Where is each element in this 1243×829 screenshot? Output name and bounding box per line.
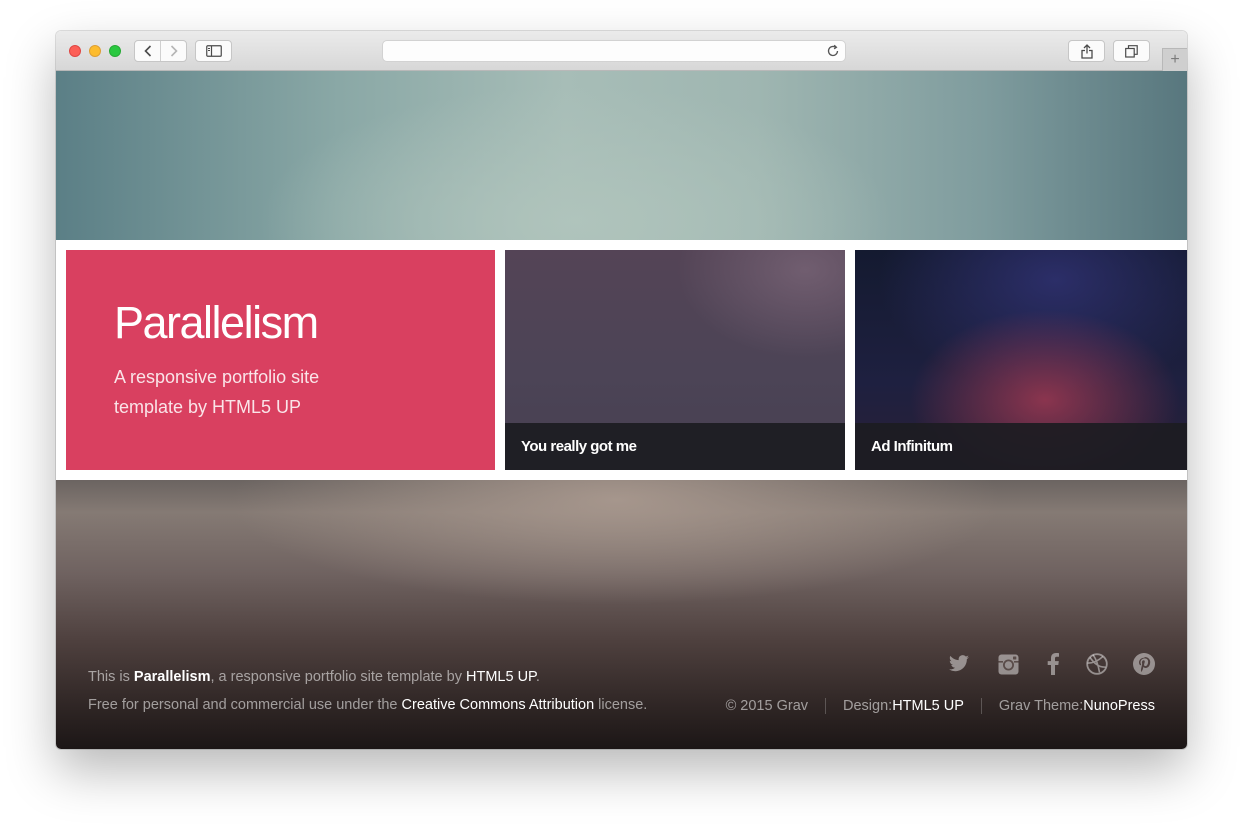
work-item-caption: Ad Infinitum [855,423,1187,470]
divider [980,698,982,714]
site-title: Parallelism [114,297,319,348]
forward-button[interactable] [160,41,186,61]
new-tab-button[interactable]: + [1162,48,1187,71]
credits-line-1: This is Parallelism, a responsive portfo… [88,663,708,691]
tabs-overview-icon [1125,44,1138,58]
address-bar[interactable] [382,40,846,62]
portfolio-reel: Parallelism A responsive portfolio site … [56,240,1187,480]
credits-text: . [535,669,540,685]
work-item-caption: You really got me [505,423,845,470]
intro-card: Parallelism A responsive portfolio site … [66,250,495,470]
credits-text: This is [88,669,134,685]
site-name: Parallelism [133,669,211,685]
work-item-ad-infinitum[interactable]: Ad Infinitum [855,250,1187,470]
design-credit-link[interactable]: HTML5 UP [892,698,964,714]
close-window-button[interactable] [69,45,81,57]
copyright-text: © 2015 Grav [725,698,809,714]
url-input[interactable] [389,42,813,62]
credits-text: , a responsive portfolio site template b… [210,669,466,685]
browser-toolbar: + [56,31,1187,71]
history-nav-group [134,40,187,62]
minimize-window-button[interactable] [89,45,101,57]
back-button[interactable] [135,41,160,61]
share-icon [1080,43,1093,59]
reload-icon[interactable] [826,44,840,63]
html5up-link[interactable]: HTML5 UP [466,669,536,685]
header-background [56,71,1187,240]
page-content: Parallelism A responsive portfolio site … [56,71,1187,749]
credits-line-2: Free for personal and commercial use und… [88,691,708,719]
sidebar-toggle-button[interactable] [195,40,232,62]
share-button[interactable] [1068,40,1105,62]
browser-window: + Parallelism A responsive portfolio sit… [56,31,1187,749]
divider [825,698,827,714]
site-subtitle: A responsive portfolio site template by … [114,367,320,417]
pinterest-icon[interactable] [1132,652,1156,676]
footer-credits: This is Parallelism, a responsive portfo… [88,663,708,719]
sidebar-icon [205,45,222,57]
show-tabs-button[interactable] [1113,40,1150,62]
license-link[interactable]: Creative Commons Attribution [402,697,595,713]
facebook-icon[interactable] [1041,652,1065,676]
instagram-icon[interactable] [996,652,1020,676]
theme-credit-link[interactable]: NunoPress [1083,698,1155,714]
twitter-icon[interactable] [947,652,971,676]
chevron-left-icon [143,45,151,57]
theme-credit-label: Grav Theme: [998,698,1084,714]
chevron-right-icon [170,45,178,57]
footer: This is Parallelism, a responsive portfo… [56,480,1187,749]
design-credit-label: Design: [843,698,893,714]
footer-meta: © 2015 Grav Design: HTML5 UP Grav Theme:… [726,698,1155,714]
work-item-label: You really got me [521,438,637,455]
dribbble-icon[interactable] [1085,652,1109,676]
credits-text: Free for personal and commercial use und… [88,697,402,713]
work-item-label: Ad Infinitum [871,438,953,455]
credits-text: license. [594,697,648,713]
work-item-you-really-got-me[interactable]: You really got me [505,250,845,470]
zoom-window-button[interactable] [109,45,121,57]
